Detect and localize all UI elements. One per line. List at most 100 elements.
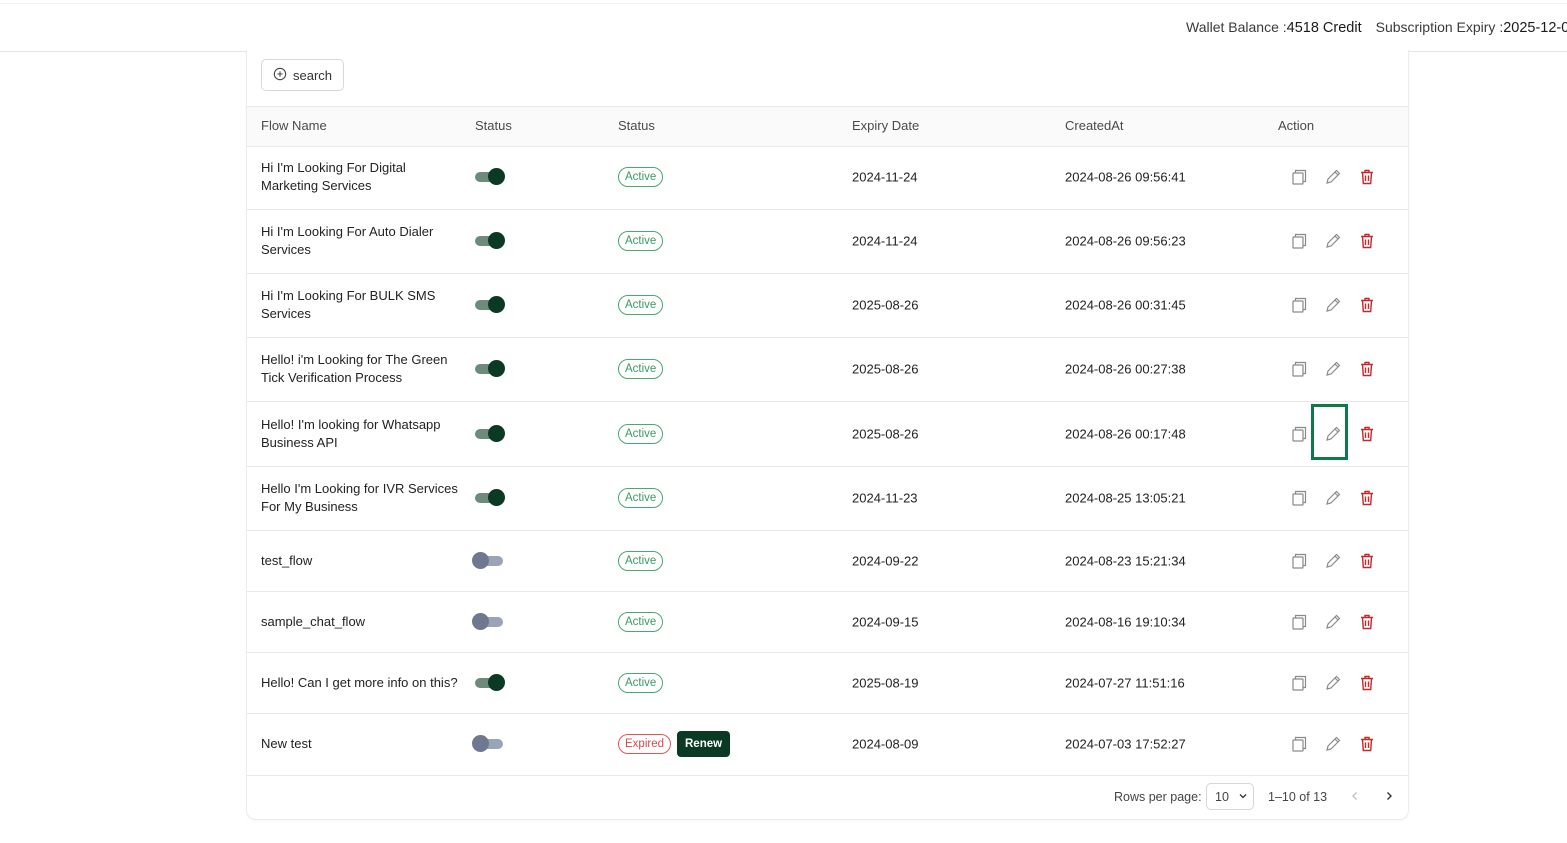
previous-page-button[interactable] <box>1345 786 1365 806</box>
chevron-left-icon <box>1352 792 1357 800</box>
expiry-date: 2025-08-26 <box>852 297 919 313</box>
status-badge: Expired <box>618 734 671 754</box>
row-actions <box>1282 732 1384 756</box>
trash-icon[interactable] <box>1350 671 1384 695</box>
expiry-date: 2024-09-15 <box>852 614 919 629</box>
pencil-icon[interactable] <box>1316 610 1350 634</box>
column-header-status-toggle[interactable]: Status <box>475 118 512 133</box>
pencil-icon[interactable] <box>1316 549 1350 573</box>
expiry-date: 2024-11-24 <box>852 233 918 249</box>
pencil-icon[interactable] <box>1316 732 1350 756</box>
flow-name[interactable]: Hi I'm Looking For BULK SMS Services <box>261 287 461 323</box>
rows-per-page-label: Rows per page: <box>1114 790 1202 804</box>
trash-icon[interactable] <box>1350 293 1384 317</box>
pencil-icon[interactable] <box>1316 486 1350 510</box>
rows-per-page-select[interactable]: 10 <box>1206 783 1254 810</box>
status-toggle[interactable] <box>472 612 505 632</box>
trash-icon[interactable] <box>1350 422 1384 446</box>
trash-icon[interactable] <box>1350 486 1384 510</box>
expiry-date: 2024-11-23 <box>852 490 918 506</box>
trash-icon[interactable] <box>1350 229 1384 253</box>
created-at: 2024-08-26 00:17:48 <box>1065 426 1186 441</box>
table-row: Hi I'm Looking For Auto Dialer Services A… <box>247 209 1408 274</box>
pagination-range: 1–10 of 13 <box>1268 790 1328 804</box>
created-at: 2024-08-26 09:56:23 <box>1065 233 1186 249</box>
wallet-balance-value: 4518 Credit <box>1286 20 1362 36</box>
status-toggle[interactable] <box>472 734 505 754</box>
table-row: Hi I'm Looking For BULK SMS Services Acti… <box>247 273 1408 338</box>
pencil-icon[interactable] <box>1316 293 1350 317</box>
circle-plus-icon <box>273 67 287 84</box>
flows-table-card: search Flow Name Status Status Expiry Da… <box>246 50 1409 820</box>
column-header-status[interactable]: Status <box>618 118 655 133</box>
status-badge: Active <box>618 423 664 444</box>
status-badge: Active <box>618 231 664 251</box>
row-actions <box>1282 486 1384 510</box>
search-button-label: search <box>292 67 333 83</box>
status-toggle[interactable] <box>473 231 505 251</box>
trash-icon[interactable] <box>1350 732 1384 756</box>
renew-button[interactable]: Renew <box>677 731 731 757</box>
column-header-flow-name[interactable]: Flow Name <box>261 118 327 133</box>
column-header-action: Action <box>1278 118 1315 133</box>
table-header: Flow Name Status Status Expiry Date Crea… <box>247 106 1408 147</box>
expiry-date: 2024-11-24 <box>852 169 918 185</box>
trash-icon[interactable] <box>1350 549 1384 573</box>
created-at: 2024-08-25 13:05:21 <box>1065 490 1186 506</box>
pencil-icon[interactable] <box>1316 422 1350 446</box>
chevron-right-icon <box>1387 792 1392 800</box>
trash-icon[interactable] <box>1350 165 1384 189</box>
column-header-expiry-date[interactable]: Expiry Date <box>852 118 919 133</box>
status-badge: Active <box>618 488 664 508</box>
status-toggle[interactable] <box>473 673 505 693</box>
copy-icon[interactable] <box>1282 671 1316 695</box>
subscription-expiry-value: 2025-12-0 <box>1503 20 1567 36</box>
table-pagination: Rows per page: 10 1–10 of 13 <box>247 776 1408 818</box>
row-actions <box>1282 229 1384 253</box>
copy-icon[interactable] <box>1282 229 1316 253</box>
pencil-icon[interactable] <box>1316 229 1350 253</box>
created-at: 2024-07-03 17:52:27 <box>1065 736 1186 752</box>
copy-icon[interactable] <box>1282 165 1316 189</box>
copy-icon[interactable] <box>1282 293 1316 317</box>
status-badge: Active <box>618 611 664 632</box>
trash-icon[interactable] <box>1350 357 1384 381</box>
next-page-button[interactable] <box>1379 786 1399 806</box>
pencil-icon[interactable] <box>1316 165 1350 189</box>
flow-name[interactable]: Hi I'm Looking For Digital Marketing Ser… <box>261 159 461 195</box>
table-row: Hello! i'm Looking for The Green Tick Ve… <box>247 337 1408 402</box>
flow-name[interactable]: New test <box>261 735 461 753</box>
status-toggle[interactable] <box>473 488 505 508</box>
flow-name[interactable]: Hi I'm Looking For Auto Dialer Services <box>261 223 461 259</box>
flow-name[interactable]: Hello! I'm looking for Whatsapp Business… <box>261 416 461 452</box>
table-row: sample_chat_flow Active 2024-09-15 2024-08-… <box>247 591 1408 653</box>
created-at: 2024-08-16 19:10:34 <box>1065 614 1186 629</box>
pencil-icon[interactable] <box>1316 671 1350 695</box>
status-toggle[interactable] <box>473 424 505 444</box>
status-toggle[interactable] <box>472 551 505 571</box>
flow-name[interactable]: Hello! i'm Looking for The Green Tick Ve… <box>261 351 461 387</box>
column-header-created-at[interactable]: CreatedAt <box>1065 118 1124 133</box>
copy-icon[interactable] <box>1282 357 1316 381</box>
copy-icon[interactable] <box>1282 422 1316 446</box>
copy-icon[interactable] <box>1282 610 1316 634</box>
status-toggle[interactable] <box>473 167 505 187</box>
flow-name[interactable]: Hello! Can I get more info on this? <box>261 674 461 692</box>
search-button[interactable]: search <box>261 59 344 91</box>
copy-icon[interactable] <box>1282 549 1316 573</box>
flow-name[interactable]: Hello I'm Looking for IVR Services For M… <box>261 480 461 516</box>
created-at: 2024-08-26 09:56:41 <box>1065 169 1186 185</box>
table-row: Hello I'm Looking for IVR Services For M… <box>247 466 1408 531</box>
flow-name[interactable]: sample_chat_flow <box>261 613 461 631</box>
pencil-icon[interactable] <box>1316 357 1350 381</box>
trash-icon[interactable] <box>1350 610 1384 634</box>
row-actions <box>1282 165 1384 189</box>
status-badge: Active <box>618 550 664 571</box>
expiry-date: 2025-08-26 <box>852 426 919 441</box>
status-toggle[interactable] <box>473 359 505 379</box>
status-toggle[interactable] <box>473 295 505 315</box>
flow-name[interactable]: test_flow <box>261 552 461 570</box>
created-at: 2024-08-26 00:27:38 <box>1065 361 1186 377</box>
copy-icon[interactable] <box>1282 732 1316 756</box>
copy-icon[interactable] <box>1282 486 1316 510</box>
